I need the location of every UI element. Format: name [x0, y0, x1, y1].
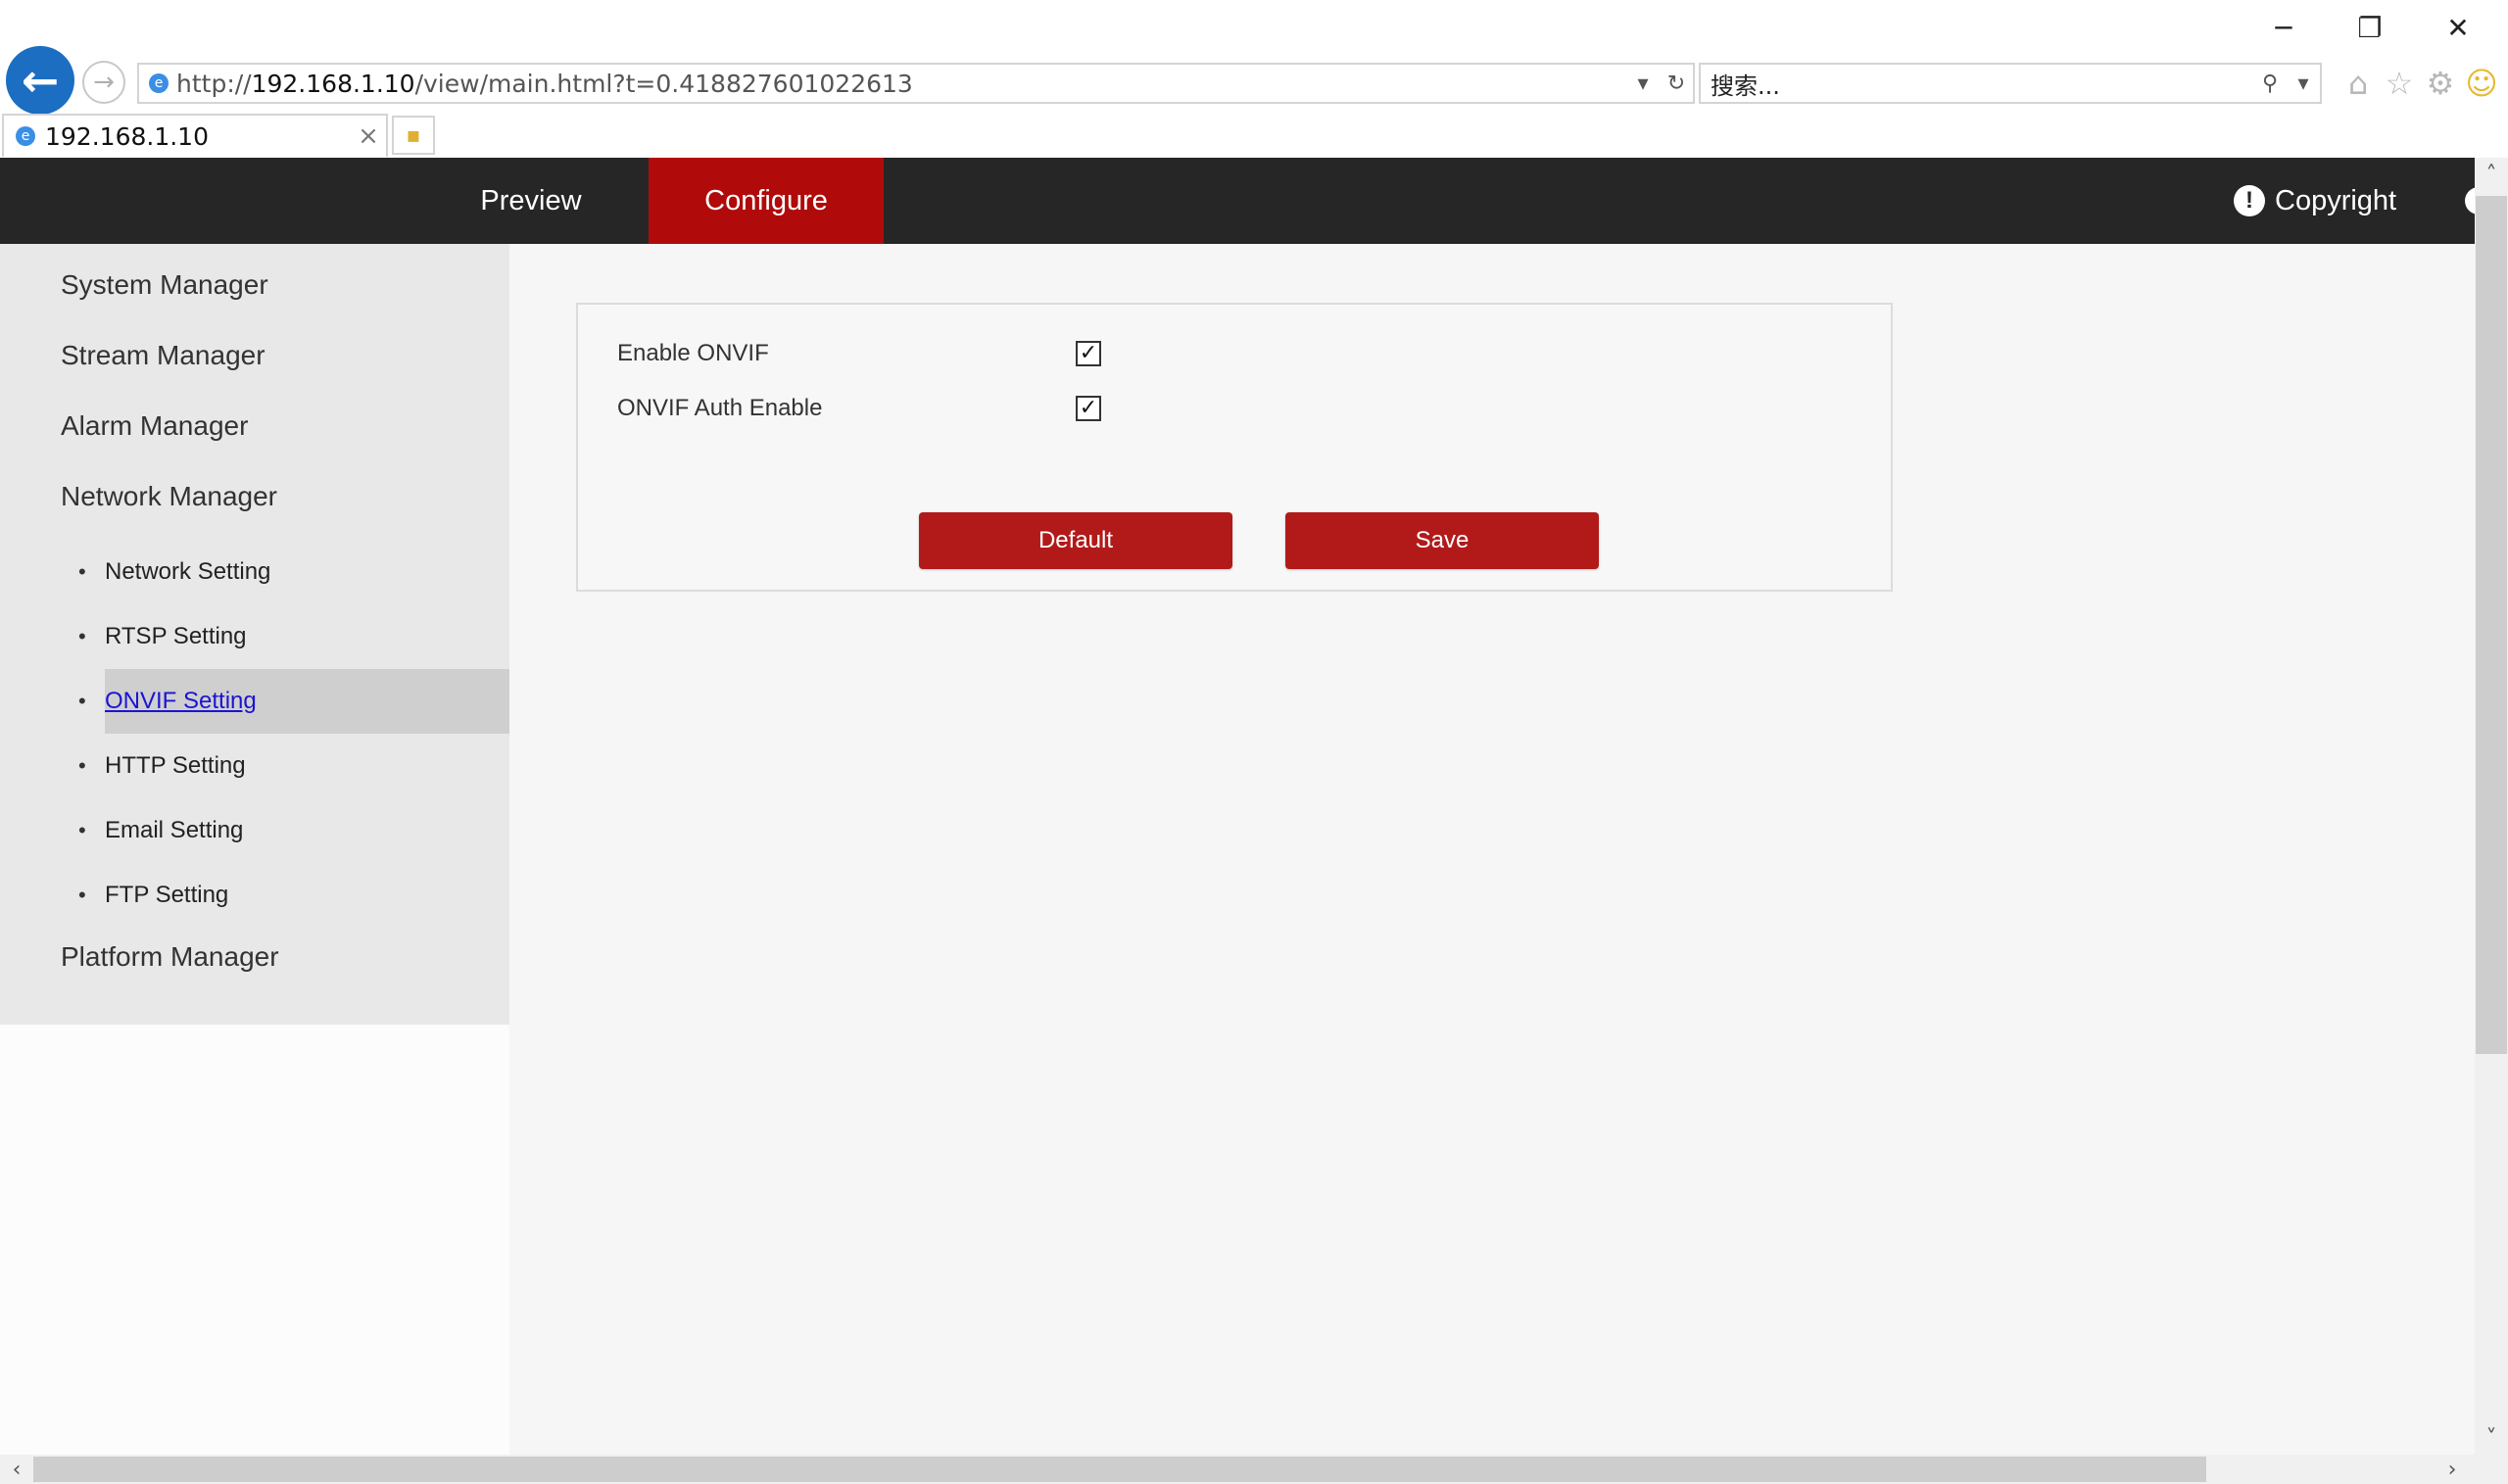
browser-tab[interactable]: e 192.168.1.10 ×: [2, 114, 388, 157]
bullet: •: [78, 689, 86, 713]
star-icon[interactable]: ☆: [2381, 65, 2418, 102]
sidebar-item-label: RTSP Setting: [105, 623, 247, 649]
enable-onvif-checkbox[interactable]: ✓: [1076, 341, 1101, 366]
search-box[interactable]: 搜索... ⚲ ▾: [1699, 63, 2322, 104]
url-text[interactable]: http://192.168.1.10/view/main.html?t=0.4…: [176, 70, 1626, 98]
address-bar[interactable]: e http://192.168.1.10/view/main.html?t=0…: [137, 63, 1695, 104]
smiley-icon[interactable]: ☺: [2463, 65, 2500, 102]
search-icon[interactable]: ⚲: [2253, 72, 2287, 96]
url-prefix: http://: [176, 69, 252, 98]
sidebar-group-alarm[interactable]: Alarm Manager: [61, 410, 248, 442]
top-nav: Preview Configure ! Copyright: [0, 158, 2475, 244]
info-icon: !: [2234, 185, 2265, 216]
ie-page-icon: e: [149, 73, 169, 93]
copyright-label: Copyright: [2275, 184, 2397, 216]
onvif-settings-panel: Enable ONVIF ✓ ONVIF Auth Enable ✓ Defau…: [576, 303, 1893, 592]
sidebar-item-label: Network Setting: [105, 558, 271, 585]
sidebar-item-label: FTP Setting: [105, 882, 229, 908]
forward-arrow-icon[interactable]: →: [82, 61, 125, 104]
restore-icon[interactable]: ❐: [2336, 8, 2404, 47]
sidebar-item-http-setting[interactable]: • HTTP Setting: [0, 734, 509, 798]
url-path: /view/main.html?t=0.418827601022613: [414, 69, 913, 98]
sidebar-group-platform[interactable]: Platform Manager: [61, 941, 279, 973]
bullet: •: [78, 883, 86, 907]
sidebar-group-system[interactable]: System Manager: [61, 269, 268, 301]
bullet: •: [78, 559, 86, 584]
vertical-scroll-thumb[interactable]: [2476, 196, 2507, 1054]
tab-preview[interactable]: Preview: [417, 158, 645, 244]
search-input[interactable]: 搜索...: [1701, 67, 2253, 101]
ie-tab-icon: e: [16, 126, 35, 146]
bullet: •: [78, 624, 86, 648]
copyright-link[interactable]: ! Copyright: [2234, 158, 2396, 244]
scroll-left-icon[interactable]: ‹: [0, 1455, 33, 1484]
default-button[interactable]: Default: [919, 512, 1232, 569]
tab-configure[interactable]: Configure: [649, 158, 884, 244]
sidebar: System Manager Stream Manager Alarm Mana…: [0, 244, 509, 1025]
sidebar-item-label: Email Setting: [105, 817, 244, 843]
page-viewport: Preview Configure ! Copyright System Man…: [0, 158, 2475, 1455]
browser-chrome: ─ ❐ ✕ ← → e http://192.168.1.10/view/mai…: [0, 0, 2508, 158]
sidebar-item-email-setting[interactable]: • Email Setting: [0, 798, 509, 863]
sidebar-group-network[interactable]: Network Manager: [61, 481, 277, 512]
tab-title: 192.168.1.10: [45, 121, 209, 151]
close-icon[interactable]: ✕: [2424, 8, 2492, 47]
tab-close-icon[interactable]: ×: [351, 121, 386, 151]
new-tab-icon[interactable]: ▪: [392, 116, 435, 155]
onvif-auth-label: ONVIF Auth Enable: [617, 395, 823, 421]
back-arrow-icon[interactable]: ←: [6, 46, 74, 115]
url-host: 192.168.1.10: [251, 69, 415, 98]
logout-icon[interactable]: [2465, 187, 2475, 215]
scroll-up-icon[interactable]: ˄: [2475, 158, 2508, 191]
save-button[interactable]: Save: [1285, 512, 1599, 569]
gear-icon[interactable]: ⚙: [2422, 65, 2459, 102]
sidebar-item-ftp-setting[interactable]: • FTP Setting: [0, 863, 509, 928]
scroll-down-icon[interactable]: ˅: [2475, 1421, 2508, 1455]
sidebar-group-stream[interactable]: Stream Manager: [61, 340, 265, 371]
bullet: •: [78, 753, 86, 778]
sidebar-item-rtsp-setting[interactable]: • RTSP Setting: [0, 604, 509, 669]
sidebar-item-label: HTTP Setting: [105, 752, 246, 779]
sidebar-item-label: ONVIF Setting: [105, 688, 257, 714]
home-icon[interactable]: ⌂: [2339, 65, 2377, 102]
sidebar-item-network-setting[interactable]: • Network Setting: [0, 540, 509, 604]
onvif-auth-checkbox[interactable]: ✓: [1076, 396, 1101, 421]
sidebar-item-onvif-setting[interactable]: • ONVIF Setting: [0, 669, 509, 734]
horizontal-scroll-thumb[interactable]: [33, 1457, 2206, 1482]
enable-onvif-label: Enable ONVIF: [617, 340, 769, 366]
search-dropdown-icon[interactable]: ▾: [2287, 72, 2320, 96]
scroll-right-icon[interactable]: ›: [2436, 1455, 2469, 1484]
bullet: •: [78, 818, 86, 842]
sidebar-empty-area: [0, 1025, 509, 1455]
refresh-icon[interactable]: ↻: [1660, 72, 1693, 96]
dropdown-icon[interactable]: ▾: [1626, 72, 1660, 96]
minimize-icon[interactable]: ─: [2249, 8, 2318, 47]
